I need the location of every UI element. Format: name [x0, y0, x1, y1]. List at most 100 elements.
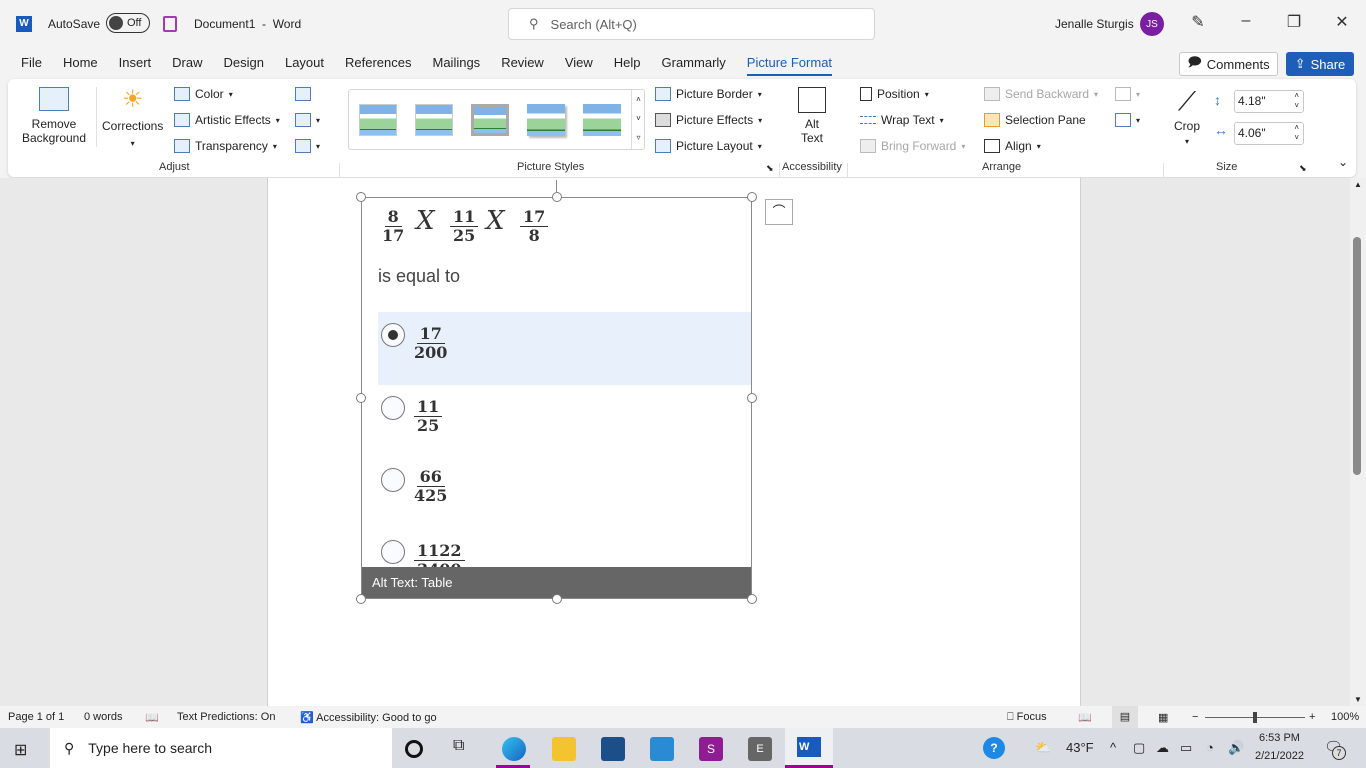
tab-picture-format[interactable]: Picture Format	[746, 52, 833, 76]
text-predictions[interactable]: Text Predictions: On	[177, 711, 275, 723]
autosave-toggle[interactable]: Off	[106, 13, 150, 33]
corrections-button[interactable]: ☀ Corrections ▾	[102, 87, 163, 149]
resize-handle-se[interactable]	[747, 594, 757, 604]
crop-button[interactable]: ⟋ Crop ▾	[1174, 87, 1200, 146]
word-count[interactable]: 0 words	[84, 711, 123, 723]
help-icon[interactable]: ?	[983, 737, 1005, 759]
picture-effects-button[interactable]: Picture Effects ▾	[655, 113, 762, 127]
restore-button[interactable]: ❐	[1282, 12, 1306, 36]
tab-design[interactable]: Design	[224, 52, 264, 76]
tab-draw[interactable]: Draw	[172, 52, 202, 76]
temperature[interactable]: 43°F	[1066, 740, 1094, 755]
edge-icon[interactable]	[502, 737, 526, 761]
option-radio-3[interactable]	[381, 468, 405, 492]
meet-now-icon[interactable]: ▢	[1133, 740, 1145, 756]
zoom-slider[interactable]	[1205, 712, 1305, 723]
picture-style-3[interactable]	[471, 104, 509, 136]
clock-date[interactable]: 2/21/2022	[1255, 750, 1304, 762]
taskbar-search[interactable]: ⚲ Type here to search	[50, 728, 392, 768]
onedrive-icon[interactable]: ☁	[1156, 740, 1169, 756]
zoom-slider-thumb[interactable]	[1253, 712, 1257, 723]
clock-time[interactable]: 6:53 PM	[1259, 732, 1300, 744]
option-radio-2[interactable]	[381, 396, 405, 420]
picture-style-4[interactable]	[527, 104, 565, 136]
tab-help[interactable]: Help	[614, 52, 641, 76]
weather-icon[interactable]: ⛅	[1035, 740, 1051, 756]
store-icon[interactable]	[601, 737, 625, 761]
search-box[interactable]: ⚲ Search (Alt+Q)	[508, 8, 875, 40]
tab-references[interactable]: References	[345, 52, 411, 76]
close-button[interactable]: ✕	[1330, 12, 1354, 36]
resize-handle-sw[interactable]	[356, 594, 366, 604]
resize-handle-w[interactable]	[356, 393, 366, 403]
tab-insert[interactable]: Insert	[119, 52, 152, 76]
align-button[interactable]: Align ▾	[984, 139, 1041, 153]
position-button[interactable]: Position ▾	[860, 87, 929, 101]
cortana-icon[interactable]	[405, 740, 423, 758]
change-picture-button[interactable]: ▾	[295, 113, 320, 127]
resize-handle-nw[interactable]	[356, 192, 366, 202]
picture-layout-button[interactable]: Picture Layout ▾	[655, 139, 762, 153]
minimize-button[interactable]: –	[1234, 12, 1258, 36]
resize-handle-e[interactable]	[747, 393, 757, 403]
mail-icon[interactable]	[650, 737, 674, 761]
artistic-effects-button[interactable]: Artistic Effects ▾	[174, 113, 280, 127]
designer-icon[interactable]: ✎	[1186, 12, 1210, 36]
notifications-icon[interactable]: 🗨7	[1324, 738, 1346, 760]
word-taskbar-button[interactable]: W	[785, 728, 833, 768]
spinner-icon[interactable]: ˄ ˅	[1294, 91, 1299, 111]
rotate-button[interactable]: ▾	[1115, 113, 1140, 127]
remove-background-button[interactable]: Remove Background	[20, 87, 88, 145]
alt-text-button[interactable]: Alt Text	[795, 87, 829, 145]
picture-border-button[interactable]: Picture Border ▾	[655, 87, 762, 101]
print-layout-icon[interactable]: ▤	[1112, 706, 1138, 728]
page-count[interactable]: Page 1 of 1	[8, 711, 64, 723]
send-backward-button[interactable]: Send Backward ▾	[984, 87, 1098, 101]
save-icon[interactable]	[163, 16, 177, 32]
rotation-handle[interactable]	[556, 180, 557, 192]
tab-mailings[interactable]: Mailings	[433, 52, 481, 76]
spinner-icon[interactable]: ˄ ˅	[1294, 123, 1299, 143]
layout-options-icon[interactable]: ⌒	[765, 199, 793, 225]
collapse-ribbon-icon[interactable]: ⌄	[1338, 155, 1348, 169]
gallery-scroll[interactable]: ˄ ˅ ▿	[631, 90, 645, 149]
bring-forward-button[interactable]: Bring Forward ▾	[860, 139, 965, 153]
shape-width-input[interactable]: 4.06" ˄ ˅	[1234, 122, 1304, 145]
tab-home[interactable]: Home	[63, 52, 98, 76]
tab-layout[interactable]: Layout	[285, 52, 324, 76]
option-radio-1[interactable]	[381, 323, 405, 347]
picture-style-2[interactable]	[415, 104, 453, 136]
resize-handle-s[interactable]	[552, 594, 562, 604]
task-view-icon[interactable]: ⧉	[453, 737, 477, 761]
picture-style-1[interactable]	[359, 104, 397, 136]
picture-style-5[interactable]	[583, 104, 621, 136]
transparency-button[interactable]: Transparency ▾	[174, 139, 277, 153]
file-explorer-icon[interactable]	[552, 737, 576, 761]
wifi-icon[interactable]: ◔	[1206, 740, 1214, 755]
zoom-in-button[interactable]: +	[1309, 711, 1315, 723]
wrap-text-button[interactable]: Wrap Text ▾	[860, 113, 944, 127]
tab-file[interactable]: File	[21, 52, 42, 76]
accessibility-status[interactable]: ♿ Accessibility: Good to go	[300, 711, 437, 724]
scrollbar-thumb[interactable]	[1353, 237, 1361, 475]
zoom-out-button[interactable]: −	[1192, 711, 1198, 723]
focus-button[interactable]: ⎕ Focus	[1007, 711, 1047, 724]
resize-handle-n[interactable]	[552, 192, 562, 202]
option-radio-4[interactable]	[381, 540, 405, 564]
selection-pane-button[interactable]: Selection Pane	[984, 113, 1086, 127]
windows-start-icon[interactable]: ⊞	[14, 740, 27, 760]
color-button[interactable]: Color ▾	[174, 87, 233, 101]
tab-view[interactable]: View	[565, 52, 593, 76]
group-objects-button[interactable]: ▾	[1115, 87, 1140, 101]
avatar[interactable]: JS	[1140, 12, 1164, 36]
volume-icon[interactable]: 🔊	[1228, 740, 1244, 756]
proofing-icon[interactable]: 📖	[145, 711, 159, 724]
tab-grammarly[interactable]: Grammarly	[662, 52, 726, 76]
selected-picture[interactable]: 8 17 X 11 25 X 17 8 is equal to 17 200 11 25 …	[361, 197, 752, 599]
web-layout-icon[interactable]: ▦	[1158, 711, 1168, 724]
resize-handle-ne[interactable]	[747, 192, 757, 202]
tab-review[interactable]: Review	[501, 52, 544, 76]
reset-picture-button[interactable]: ▾	[295, 139, 320, 153]
app-e-icon[interactable]: E	[748, 737, 772, 761]
compress-pictures-button[interactable]	[295, 87, 311, 101]
